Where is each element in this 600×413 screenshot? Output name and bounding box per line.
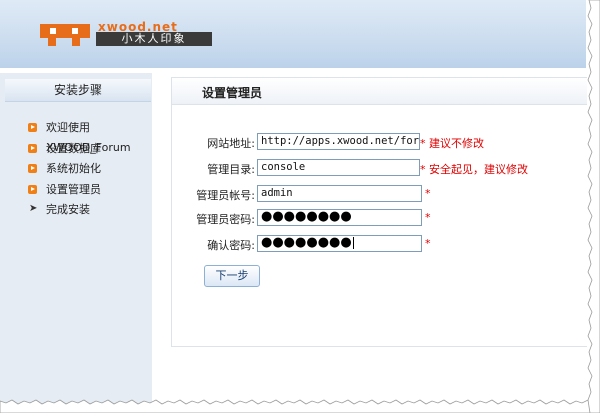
- content-panel: 设置管理员 网站地址: http://apps.xwood.net/forum …: [171, 77, 587, 347]
- row-admin-dir: 管理目录: console * 安全起见，建议修改: [172, 159, 587, 177]
- site-url-label: 网站地址:: [207, 137, 255, 150]
- row-admin-password: 管理员密码: ●●●●●●●● *: [172, 209, 587, 227]
- chevron-right-icon: ➤: [29, 203, 38, 214]
- step-list: 欢迎使用XWOOD_Forum 设置数据库 系统初始化 设置管理员 ➤ 完成安装: [26, 118, 152, 221]
- confirm-password-value: ●●●●●●●●: [261, 235, 352, 250]
- text-caret: [352, 236, 354, 249]
- orange-arrow-icon: [28, 123, 37, 132]
- header-banner: xwood.net 小木人印象: [0, 0, 586, 68]
- orange-arrow-icon: [28, 184, 37, 194]
- confirm-password-hint: *: [425, 237, 431, 250]
- admin-password-label: 管理员密码:: [196, 213, 255, 226]
- step-label: 设置管理员: [46, 182, 101, 196]
- step-item-database: 设置数据库: [26, 139, 152, 160]
- admin-password-input[interactable]: ●●●●●●●●: [257, 209, 422, 226]
- site-url-input[interactable]: http://apps.xwood.net/forum: [257, 133, 420, 150]
- admin-password-hint: *: [425, 211, 431, 224]
- robot-mascot-icon: [36, 22, 94, 46]
- admin-dir-input[interactable]: console: [257, 159, 420, 176]
- confirm-password-label: 确认密码:: [207, 239, 255, 252]
- next-step-button[interactable]: 下一步: [204, 265, 260, 287]
- sidebar: 安装步骤 欢迎使用XWOOD_Forum 设置数据库 系统初始化 设置管理员 ➤…: [0, 73, 152, 407]
- torn-edge-bottom: [0, 399, 600, 413]
- page-title: 设置管理员: [202, 86, 263, 100]
- confirm-password-input[interactable]: ●●●●●●●●: [257, 235, 422, 252]
- admin-dir-hint: * 安全起见，建议修改: [420, 163, 528, 176]
- torn-edge-right: [587, 0, 600, 413]
- row-admin-account: 管理员帐号: admin *: [172, 185, 587, 203]
- step-item-init: 系统初始化: [26, 159, 152, 180]
- orange-arrow-icon: [28, 143, 37, 153]
- step-label: 完成安装: [46, 203, 90, 216]
- installer-window: xwood.net 小木人印象 安装步骤 欢迎使用XWOOD_Forum 设置数…: [0, 0, 600, 413]
- content-header: 设置管理员: [172, 78, 587, 105]
- admin-account-label: 管理员帐号:: [196, 189, 255, 202]
- step-item-welcome: 欢迎使用XWOOD_Forum: [26, 118, 152, 154]
- step-label: 系统初始化: [46, 162, 101, 175]
- logo: xwood.net 小木人印象: [36, 20, 212, 46]
- logo-brand-cn: 小木人印象: [96, 32, 212, 46]
- row-confirm-password: 确认密码: ●●●●●●●● *: [172, 235, 587, 253]
- step-item-admin: 设置管理员: [26, 180, 152, 201]
- step-item-finish: ➤ 完成安装: [26, 200, 152, 221]
- site-url-hint: * 建议不修改: [420, 137, 484, 150]
- sidebar-title: 安装步骤: [5, 79, 151, 102]
- logo-brand: xwood.net 小木人印象: [96, 20, 212, 46]
- step-label: 设置数据库: [46, 141, 101, 155]
- admin-account-hint: *: [425, 187, 431, 200]
- row-site-url: 网站地址: http://apps.xwood.net/forum * 建议不修…: [172, 133, 587, 151]
- orange-arrow-icon: [28, 164, 37, 173]
- admin-dir-label: 管理目录:: [207, 163, 255, 176]
- admin-account-input[interactable]: admin: [257, 185, 422, 202]
